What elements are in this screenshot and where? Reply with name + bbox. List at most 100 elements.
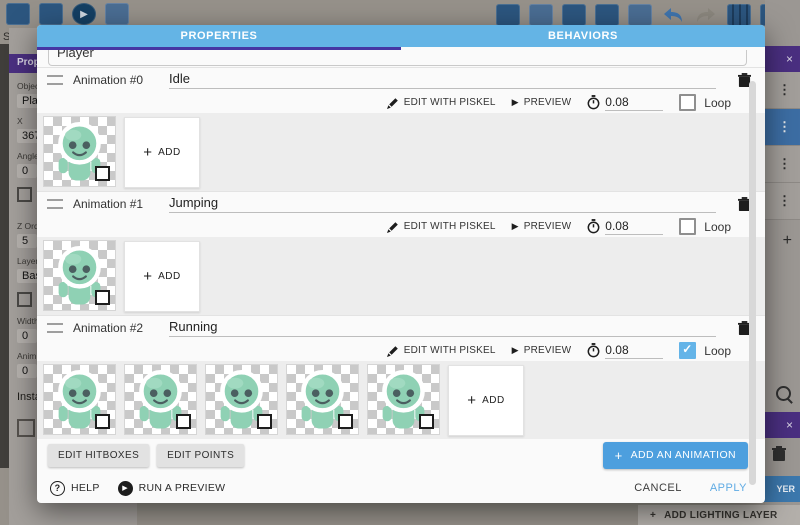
drag-handle-icon[interactable] [47, 323, 63, 333]
edit-points-button[interactable]: EDIT POINTS [157, 444, 244, 467]
edit-hitboxes-button[interactable]: EDIT HITBOXES [48, 444, 149, 467]
stopwatch-icon [587, 95, 600, 110]
redo-icon[interactable] [694, 5, 718, 25]
object-list-item[interactable]: ⋮ [765, 146, 800, 183]
edit-with-piskel-button[interactable]: EDIT WITH PISKEL [387, 97, 496, 109]
project-manager-icon[interactable] [6, 3, 30, 25]
animation-section-2: Animation #2 Running EDIT WITH PISKEL ▶ … [37, 315, 765, 439]
drag-handle-icon[interactable] [47, 75, 63, 85]
edit-with-piskel-button[interactable]: EDIT WITH PISKEL [387, 221, 496, 233]
tab-properties[interactable]: PROPERTIES [37, 25, 401, 47]
close-icon[interactable]: × [786, 418, 793, 432]
checkbox[interactable] [17, 292, 32, 307]
animation-frame-thumbnail[interactable] [367, 364, 440, 435]
objects-icon[interactable] [496, 4, 520, 26]
add-object-button[interactable]: + [765, 224, 800, 258]
layers-icon[interactable] [628, 4, 652, 26]
search-icon[interactable] [776, 386, 791, 401]
groups-icon[interactable] [529, 4, 553, 26]
frames-row: + ADD [37, 237, 765, 315]
objects-panel-header: × [765, 46, 800, 72]
preview-animation-button[interactable]: ▶ PREVIEW [512, 97, 572, 108]
preview-animation-button[interactable]: ▶ PREVIEW [512, 221, 572, 232]
loop-checkbox[interactable] [679, 218, 696, 235]
plus-icon: + [615, 448, 623, 463]
plus-icon: + [467, 392, 476, 409]
frame-select-checkbox[interactable] [95, 414, 110, 429]
loop-label: Loop [704, 220, 731, 234]
edit-icon[interactable] [562, 4, 586, 26]
animation-frame-thumbnail[interactable] [205, 364, 278, 435]
stopwatch-icon [587, 343, 600, 358]
loop-checkbox[interactable] [679, 342, 696, 359]
dialog-tabbar: PROPERTIES BEHAVIORS [37, 25, 765, 47]
edit-with-piskel-button[interactable]: EDIT WITH PISKEL [387, 345, 496, 357]
new-window-icon[interactable] [39, 3, 63, 25]
object-list-item[interactable]: ⋮ [765, 72, 800, 109]
frame-select-checkbox[interactable] [176, 414, 191, 429]
delete-grid-icon[interactable] [727, 4, 751, 26]
play-icon[interactable]: ▶ [72, 3, 96, 25]
undo-icon[interactable] [661, 5, 685, 25]
apply-button[interactable]: APPLY [710, 482, 747, 494]
animation-title: Animation #0 [73, 73, 159, 87]
object-list-item[interactable]: ⋮ [765, 183, 800, 220]
dialog-content: Player Animation #0 Idle EDIT WITH PISKE… [37, 47, 765, 503]
animation-frame-thumbnail[interactable] [43, 364, 116, 435]
panel-icon[interactable] [17, 419, 35, 437]
kebab-menu-icon[interactable]: ⋮ [778, 193, 791, 209]
tab-behaviors[interactable]: BEHAVIORS [401, 25, 765, 47]
kebab-menu-icon[interactable]: ⋮ [778, 156, 791, 172]
time-between-frames-input[interactable]: 0.08 [605, 343, 663, 359]
property-value[interactable]: 5 [17, 234, 37, 248]
animation-name-input[interactable]: Jumping [169, 195, 716, 213]
animation-name-input[interactable]: Running [169, 319, 716, 337]
play-icon: ▶ [118, 481, 133, 496]
plus-icon: + [143, 144, 152, 161]
debug-icon[interactable] [105, 3, 129, 25]
animation-name-input[interactable]: Idle [169, 71, 716, 89]
pencil-icon [387, 221, 399, 233]
loop-checkbox[interactable] [679, 94, 696, 111]
run-a-preview-button[interactable]: ▶ RUN A PREVIEW [118, 481, 226, 496]
add-lighting-layer-button[interactable]: + ADD LIGHTING LAYER [638, 505, 800, 525]
frame-select-checkbox[interactable] [95, 290, 110, 305]
property-value[interactable]: 0 [17, 364, 37, 378]
delete-layer-icon[interactable] [772, 446, 786, 462]
close-icon[interactable]: × [786, 52, 793, 66]
layers-panel-header: × [765, 412, 800, 438]
loop-label: Loop [704, 96, 731, 110]
animation-frame-thumbnail[interactable] [43, 240, 116, 311]
events-icon[interactable] [595, 4, 619, 26]
object-list-item[interactable]: ⋮ [765, 109, 800, 146]
object-name-value: Player [57, 50, 746, 60]
kebab-menu-icon[interactable]: ⋮ [778, 82, 791, 98]
preview-animation-button[interactable]: ▶ PREVIEW [512, 345, 572, 356]
frame-select-checkbox[interactable] [95, 166, 110, 181]
property-value[interactable]: 0 [17, 329, 37, 343]
frame-select-checkbox[interactable] [338, 414, 353, 429]
drag-handle-icon[interactable] [47, 199, 63, 209]
time-between-frames-input[interactable]: 0.08 [605, 95, 663, 111]
help-button[interactable]: ? HELP [50, 481, 100, 496]
property-value[interactable]: 0 [17, 164, 37, 178]
object-name-input[interactable]: Player [48, 50, 747, 66]
kebab-menu-icon[interactable]: ⋮ [778, 119, 791, 135]
frame-select-checkbox[interactable] [419, 414, 434, 429]
dialog-scrollbar[interactable] [749, 81, 756, 485]
time-between-frames-input[interactable]: 0.08 [605, 219, 663, 235]
add-frame-button[interactable]: + ADD [448, 365, 524, 436]
object-editor-dialog: PROPERTIES BEHAVIORS Player Animation #0… [37, 25, 765, 503]
animation-frame-thumbnail[interactable] [286, 364, 359, 435]
animation-frame-thumbnail[interactable] [124, 364, 197, 435]
plus-icon: + [143, 268, 152, 285]
play-icon: ▶ [512, 345, 519, 356]
cancel-button[interactable]: CANCEL [634, 482, 682, 494]
checkbox[interactable] [17, 187, 32, 202]
add-frame-button[interactable]: + ADD [124, 241, 200, 312]
frame-select-checkbox[interactable] [257, 414, 272, 429]
add-an-animation-button[interactable]: + ADD AN ANIMATION [603, 442, 748, 469]
add-frame-button[interactable]: + ADD [124, 117, 200, 188]
animation-frame-thumbnail[interactable] [43, 116, 116, 187]
animation-title: Animation #2 [73, 321, 159, 335]
